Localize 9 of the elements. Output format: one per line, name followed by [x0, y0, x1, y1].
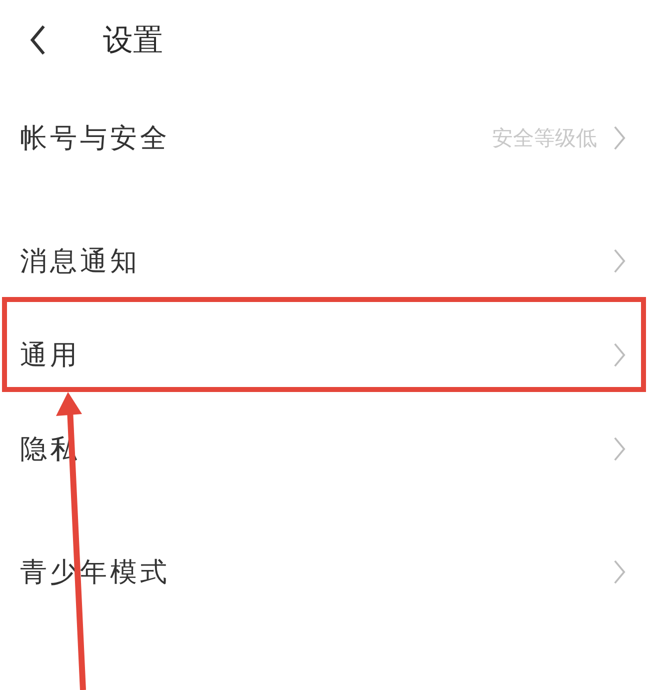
chevron-right-icon: [613, 437, 626, 461]
chevron-right-icon: [613, 343, 626, 367]
chevron-right-icon: [613, 126, 626, 150]
settings-item[interactable]: 消息通知: [0, 214, 650, 308]
page-title: 设置: [103, 22, 163, 60]
back-icon[interactable]: [30, 25, 46, 55]
chevron-right-icon: [613, 560, 626, 584]
chevron-right-icon: [613, 249, 626, 273]
settings-item[interactable]: 通用: [0, 308, 650, 402]
